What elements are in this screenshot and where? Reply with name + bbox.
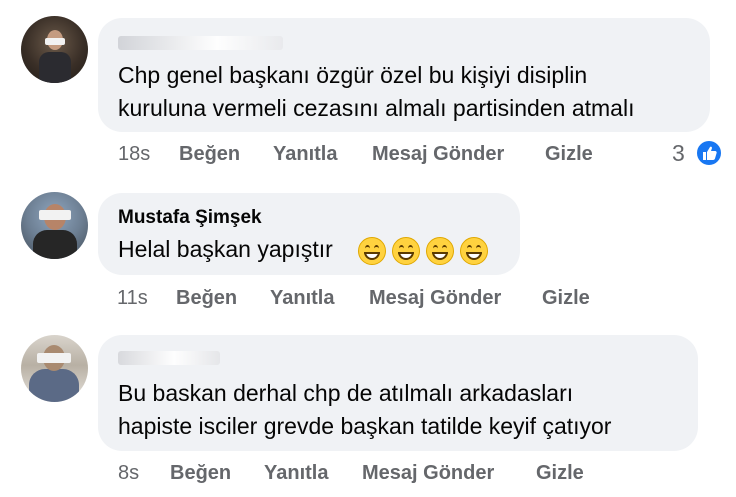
redacted-author-name	[118, 36, 283, 50]
like-button[interactable]: Beğen	[179, 143, 240, 166]
comment-time[interactable]: 11s	[117, 287, 148, 310]
grinning-face-icon	[391, 236, 420, 265]
avatar[interactable]	[21, 16, 88, 83]
comment-text-line: hapiste isciler grevde başkan tatilde ke…	[118, 413, 612, 439]
comment-time[interactable]: 8s	[118, 462, 139, 485]
reaction-count[interactable]: 3	[672, 140, 685, 167]
like-thumb-icon[interactable]	[695, 139, 723, 167]
hide-button[interactable]: Gizle	[545, 143, 593, 166]
comment-text-line: Chp genel başkanı özgür özel bu kişiyi d…	[118, 62, 588, 88]
comment-bubble: Chp genel başkanı özgür özel bu kişiyi d…	[98, 18, 710, 132]
send-message-button[interactable]: Mesaj Gönder	[369, 287, 501, 310]
send-message-button[interactable]: Mesaj Gönder	[372, 143, 504, 166]
redacted-author-name	[118, 351, 220, 365]
grinning-face-icon	[357, 236, 386, 265]
reply-button[interactable]: Yanıtla	[273, 143, 337, 166]
avatar[interactable]	[21, 335, 88, 402]
like-button[interactable]: Beğen	[170, 462, 231, 485]
grinning-face-icon	[459, 236, 488, 265]
comment-text-line: Bu baskan derhal chp de atılmalı arkadas…	[118, 380, 574, 406]
comment-bubble: Mustafa Şimşek Helal başkan yapıştır	[98, 193, 520, 275]
comment-text-line: kuruluna vermeli cezasını almalı partisi…	[118, 95, 635, 121]
avatar[interactable]	[21, 192, 88, 259]
comment-bubble: Bu baskan derhal chp de atılmalı arkadas…	[98, 335, 698, 451]
comment-author[interactable]: Mustafa Şimşek	[118, 207, 262, 229]
like-button[interactable]: Beğen	[176, 287, 237, 310]
hide-button[interactable]: Gizle	[542, 287, 590, 310]
comment-text: Helal başkan yapıştır	[118, 236, 333, 262]
reply-button[interactable]: Yanıtla	[264, 462, 328, 485]
comment-text-line: Helal başkan yapıştır	[118, 233, 494, 266]
comment-time[interactable]: 18s	[118, 143, 150, 166]
grinning-face-icon	[425, 236, 454, 265]
send-message-button[interactable]: Mesaj Gönder	[362, 462, 494, 485]
hide-button[interactable]: Gizle	[536, 462, 584, 485]
reply-button[interactable]: Yanıtla	[270, 287, 334, 310]
